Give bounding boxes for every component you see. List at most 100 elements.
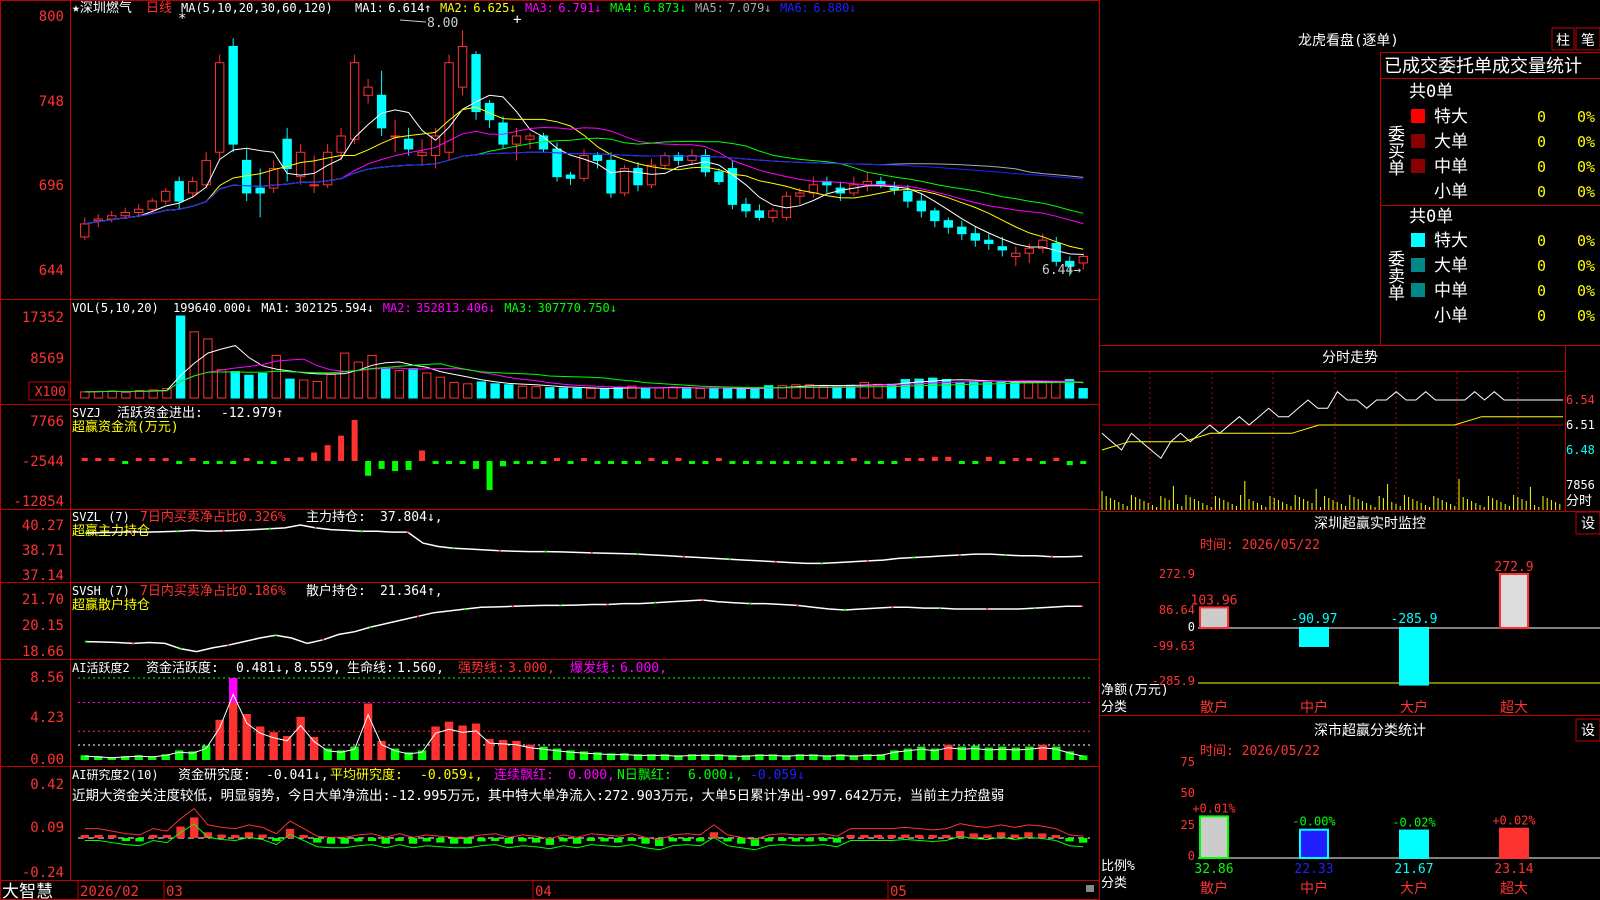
flow-bar (446, 461, 453, 464)
ai2-label1: 资金研究度: (178, 767, 251, 783)
class-bar (1299, 828, 1329, 859)
ma-params: MA(5,10,20,30,60,120) (181, 1, 333, 15)
monitor-category-label: 超大 (1500, 700, 1528, 716)
dragon-board-title: 龙虎看盘(逐单) (1298, 32, 1399, 49)
research-bar (627, 838, 637, 841)
flow-bar (149, 458, 156, 461)
holding-dot (176, 530, 179, 533)
ai-activity-header: AI活跃度2 资金活跃度: 0.481↓, 8.559, 生命线: 1.560,… (72, 660, 667, 676)
volume-bar (599, 388, 610, 399)
research-bar (1010, 834, 1019, 838)
holding-dot (130, 530, 133, 533)
monitor-bar (1199, 606, 1229, 630)
flow-bar (648, 458, 655, 461)
class-ytick: 0 (1188, 849, 1195, 863)
holding-dot (774, 560, 777, 563)
holding-dot (986, 608, 989, 611)
vol-ytick: 17352 (22, 310, 64, 326)
ai2-ytick: 0.09 (30, 820, 64, 836)
flow-bar (958, 461, 965, 464)
candle-body (619, 168, 630, 194)
holding-dot (274, 634, 277, 637)
holding-dot (84, 640, 87, 643)
flow-bar (486, 461, 493, 491)
legend-label: MA1: (261, 301, 290, 315)
flow-bar (810, 461, 817, 464)
research-bar (340, 838, 349, 844)
svsh-pct: 7日内买卖净占比0.186% (140, 583, 286, 599)
legend-label: MA1: (355, 1, 384, 15)
panel-frame (0, 0, 1600, 900)
intraday-vol-tick: 7856 (1566, 478, 1595, 492)
buy-row-count: 0 (1537, 158, 1546, 176)
activity-bar (917, 746, 926, 760)
research-bar (1051, 835, 1060, 838)
candle-body (633, 168, 643, 186)
candle-body (214, 62, 225, 153)
legend-value: 199640.000↓ (173, 301, 252, 315)
stock-title[interactable]: ★深圳燃气 (72, 0, 132, 16)
ai1-label4: 强势线: (458, 660, 505, 676)
ai2-ytick: 0.42 (30, 777, 64, 793)
buy-row-count: 0 (1537, 108, 1546, 126)
svsh-ytick: 20.15 (22, 618, 64, 634)
flow-bar (1012, 458, 1019, 461)
holding-dot (544, 550, 547, 553)
research-bar (682, 838, 691, 841)
candle-body (457, 45, 468, 88)
research-bar (299, 835, 308, 838)
ai2-value2: -0.059↓, (420, 768, 483, 783)
legend-value: 302125.594↓ (295, 301, 374, 315)
ai1-value5: 6.000, (620, 661, 667, 676)
sell-row-pct: 0% (1577, 282, 1595, 300)
svsh-ytick: 18.66 (22, 644, 64, 660)
volume-bar (668, 386, 678, 399)
holding-dot (179, 647, 182, 650)
holding-line (85, 599, 1083, 653)
monitor-value: -90.97 (1291, 612, 1338, 627)
flow-bar (270, 461, 277, 464)
monitor-value: 272.9 (1494, 560, 1533, 575)
flow-bar (1039, 461, 1046, 464)
research-bar (463, 838, 472, 844)
class-time: 时间: 2026/05/22 (1200, 744, 1320, 759)
lock-icon[interactable] (1086, 885, 1094, 892)
flow-bar (540, 461, 547, 464)
flow-bar (365, 461, 372, 476)
monitor-value: -285.9 (1391, 612, 1438, 627)
main-header: ★深圳燃气 日线 MA(5,10,20,30,60,120) MA1: 6.614… (72, 0, 857, 16)
research-bar (436, 838, 445, 843)
class-value: 32.86 (1194, 862, 1233, 877)
volume-bar (121, 391, 131, 399)
intraday-title: 分时走势 (1322, 350, 1378, 366)
class-bar (1399, 829, 1429, 859)
class-change: +0.02% (1492, 814, 1536, 828)
ai1-ytick: 0.00 (30, 752, 64, 768)
xaxis-label: 03 (166, 884, 183, 900)
research-bar (381, 838, 390, 844)
class-category-label: 超大 (1500, 881, 1528, 897)
period-label[interactable]: 日线 (146, 1, 172, 16)
research-bar (641, 838, 650, 844)
candle-body (754, 210, 765, 218)
volume-bar (545, 387, 555, 399)
holding-dot (820, 562, 823, 565)
volume-bar (175, 315, 186, 399)
sell-row-name: 中单 (1434, 281, 1468, 301)
class-bar (1499, 827, 1529, 859)
flow-bar (972, 461, 979, 464)
research-bar (94, 835, 103, 838)
volume-bar (1051, 380, 1061, 399)
activity-bar (998, 746, 1007, 760)
candle-body (889, 187, 900, 191)
main-holding-line (84, 524, 1083, 565)
holding-dot (511, 605, 514, 608)
research-bar (367, 838, 377, 841)
holding-dot (1004, 553, 1007, 556)
candle-body (336, 135, 346, 153)
class-value: 21.67 (1394, 862, 1433, 877)
flow-bar (203, 461, 210, 464)
flow-bar (230, 461, 237, 464)
flow-bar (527, 461, 534, 465)
intraday-avg-line (1101, 416, 1563, 451)
